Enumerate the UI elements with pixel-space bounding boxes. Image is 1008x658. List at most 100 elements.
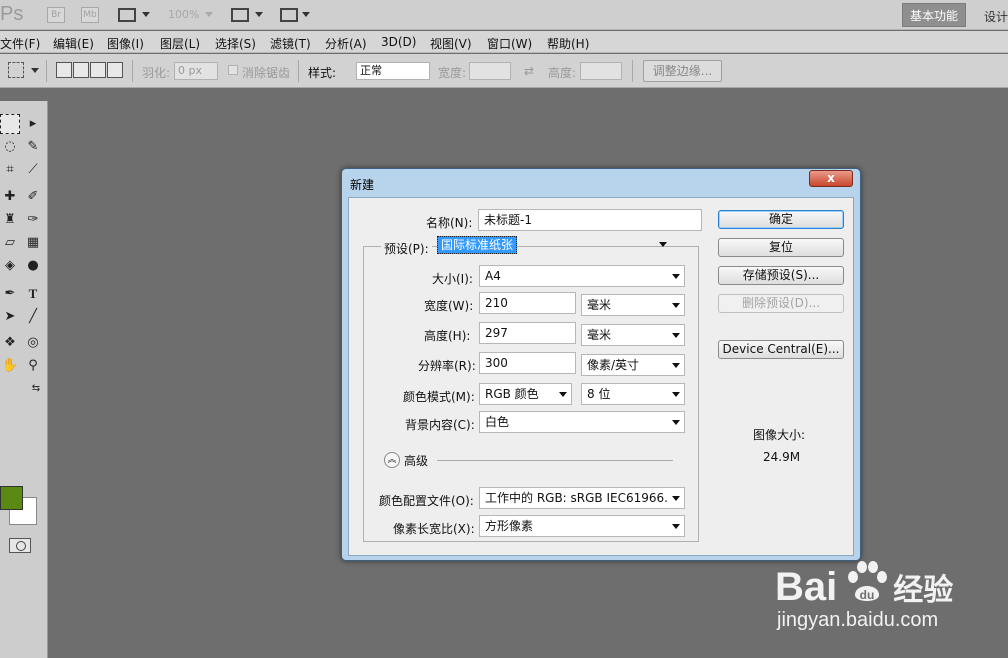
background-contents-label: 背景内容(C): [405,418,475,432]
chevron-down-icon [659,242,667,247]
antialias-label: 消除锯齿 [242,66,291,80]
move-tool-icon[interactable]: ▸ [23,114,43,134]
lasso-tool-icon[interactable]: ◌ [0,137,20,157]
color-mode-value: RGB 颜色 [485,387,539,401]
pen-tool-icon[interactable]: ✒ [0,284,20,304]
workspace-essentials-button[interactable]: 基本功能 [902,3,966,27]
watermark-url: jingyan.baidu.com [777,609,939,631]
pixel-aspect-select[interactable]: 方形像素 [479,515,685,537]
color-profile-label: 颜色配置文件(O): [379,494,474,508]
refine-edge-button[interactable]: 调整边缘... [643,60,722,82]
advanced-label: 高级 [404,454,429,468]
divider [132,60,133,82]
arrange-documents-icon[interactable] [231,8,249,22]
ps-logo: Ps [0,3,24,25]
height-input[interactable]: 297 [479,322,576,344]
healing-brush-icon[interactable]: ✚ [0,187,20,207]
menu-edit[interactable]: 编辑(E) [53,35,94,52]
chevron-down-icon[interactable] [142,12,150,17]
menu-analysis[interactable]: 分析(A) [325,35,367,52]
chevron-down-icon [672,420,680,425]
delete-preset-button[interactable]: 删除预设(D)... [718,294,844,313]
foreground-color-swatch[interactable] [0,486,23,510]
chevron-down-icon[interactable] [205,12,213,17]
menu-view[interactable]: 视图(V) [430,35,472,52]
width-input[interactable]: 210 [479,292,576,314]
menu-file[interactable]: 文件(F) [0,35,40,52]
save-preset-button[interactable]: 存储预设(S)... [718,266,844,285]
height-input[interactable] [580,62,622,80]
divider [298,60,299,82]
reset-button[interactable]: 复位 [718,238,844,257]
chevron-down-icon[interactable] [31,68,39,73]
brush-tool-icon[interactable]: ✐ [23,187,43,207]
chevron-down-icon [672,392,680,397]
path-selection-icon[interactable]: ➤ [0,307,20,327]
width-input[interactable] [469,62,511,80]
chevron-down-icon [559,392,567,397]
antialias-checkbox[interactable] [228,65,238,75]
new-selection-icon[interactable] [56,62,72,78]
menu-select[interactable]: 选择(S) [215,35,256,52]
swap-icon[interactable]: ⇄ [524,64,534,78]
pixel-aspect-label: 像素长宽比(X): [393,522,475,536]
3d-rotate-icon[interactable]: ❖ [0,333,20,353]
chevron-down-icon[interactable] [255,12,263,17]
rect-marquee-preset-icon[interactable] [8,62,24,78]
crop-tool-icon[interactable]: ⌗ [0,160,20,180]
zoom-tool-icon[interactable]: ⚲ [23,356,43,376]
blur-tool-icon[interactable]: ◈ [0,256,20,276]
quick-mask-icon[interactable] [9,538,31,553]
line-tool-icon[interactable]: ╱ [23,307,43,327]
color-mode-select[interactable]: RGB 颜色 [479,383,572,405]
color-profile-select[interactable]: 工作中的 RGB: sRGB IEC61966... [479,487,685,509]
feather-input[interactable]: 0 px [174,62,218,80]
zoom-level[interactable]: 100% [168,8,199,21]
close-button[interactable]: x [809,170,853,187]
menu-window[interactable]: 窗口(W) [487,35,532,52]
gradient-tool-icon[interactable]: ▦ [23,233,43,253]
name-input[interactable]: 未标题-1 [478,209,702,231]
bit-depth-select[interactable]: 8 位 [581,383,685,405]
type-tool-icon[interactable]: T [23,284,43,304]
resolution-input[interactable]: 300 [479,352,576,374]
pixel-aspect-value: 方形像素 [485,519,534,533]
workspace-design-button[interactable]: 设计 [984,8,1008,25]
mini-bridge-button[interactable]: Mb [81,7,99,23]
swap-colors-icon[interactable]: ⇆ [26,379,46,399]
height-unit-value: 毫米 [587,328,612,342]
device-central-button[interactable]: Device Central(E)... [718,340,844,359]
menu-layer[interactable]: 图层(L) [160,35,200,52]
preset-select[interactable]: 国际标准纸张 [435,236,671,255]
eyedropper-icon[interactable]: ⟋ [23,160,43,180]
background-contents-select[interactable]: 白色 [479,411,685,433]
resolution-unit-select[interactable]: 像素/英寸 [581,354,685,376]
hand-tool-icon[interactable]: ✋ [0,356,20,376]
size-select[interactable]: A4 [479,265,685,287]
ok-button[interactable]: 确定 [718,210,844,229]
marquee-tool-icon[interactable] [0,114,20,134]
style-label: 样式: [308,66,337,80]
menu-3d[interactable]: 3D(D) [381,35,416,49]
view-extras-icon[interactable] [118,8,136,22]
advanced-toggle-icon[interactable]: ︽ [384,452,400,468]
menu-image[interactable]: 图像(I) [107,35,144,52]
quick-selection-icon[interactable]: ✎ [23,137,43,157]
height-unit-select[interactable]: 毫米 [581,324,685,346]
menu-filter[interactable]: 滤镜(T) [270,35,311,52]
style-select[interactable]: 正常 [356,62,430,80]
menu-help[interactable]: 帮助(H) [547,35,589,52]
screen-mode-icon[interactable] [280,8,298,22]
add-selection-icon[interactable] [73,62,89,78]
chevron-down-icon[interactable] [302,12,310,17]
bridge-button[interactable]: Br [47,7,65,23]
intersect-selection-icon[interactable] [107,62,123,78]
clone-stamp-icon[interactable]: ♜ [0,210,20,230]
3d-orbit-icon[interactable]: ◎ [23,333,43,353]
svg-text:du: du [860,588,875,602]
dodge-tool-icon[interactable]: ● [23,256,43,276]
width-unit-select[interactable]: 毫米 [581,294,685,316]
history-brush-icon[interactable]: ✑ [23,210,43,230]
subtract-selection-icon[interactable] [90,62,106,78]
eraser-tool-icon[interactable]: ▱ [0,233,20,253]
